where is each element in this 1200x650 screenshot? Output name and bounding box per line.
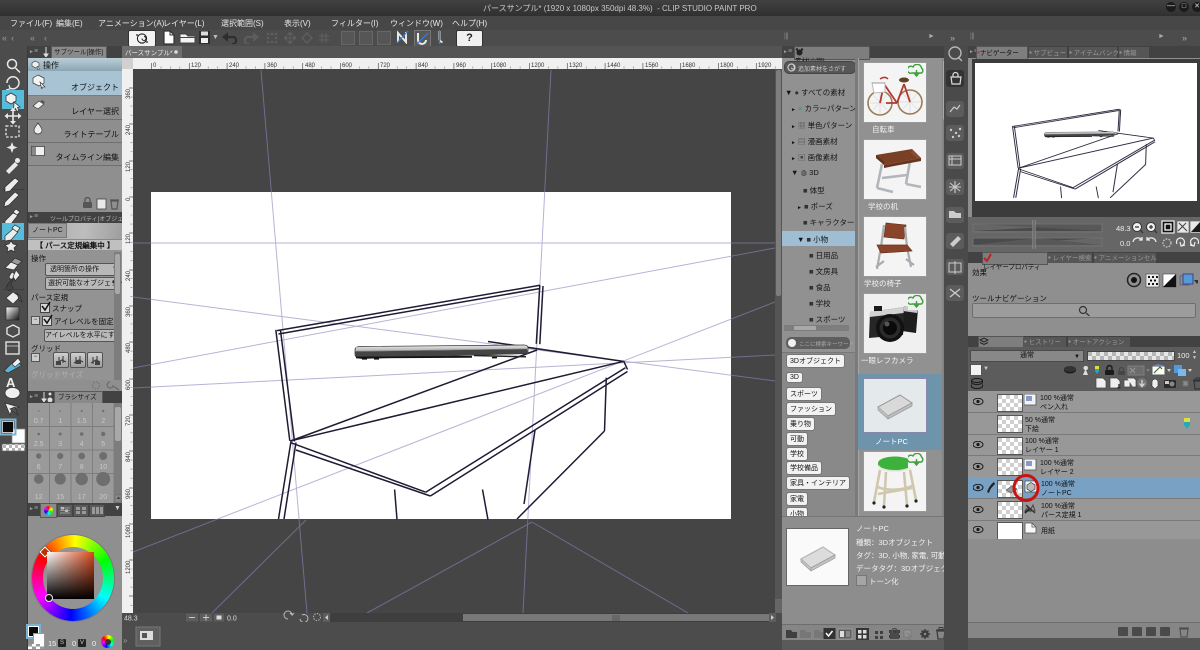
svg-text:480: 480 bbox=[305, 63, 316, 69]
svg-text:120: 120 bbox=[191, 63, 202, 69]
svg-text:48.3: 48.3 bbox=[124, 616, 138, 623]
svg-text:1.5: 1.5 bbox=[77, 418, 87, 425]
svg-text:960: 960 bbox=[126, 488, 132, 499]
svg-text:3: 3 bbox=[58, 441, 62, 448]
svg-text:0.7: 0.7 bbox=[34, 418, 44, 425]
svg-text:240: 240 bbox=[229, 63, 240, 69]
svg-text:720: 720 bbox=[126, 415, 132, 426]
svg-text:2: 2 bbox=[101, 418, 105, 425]
svg-text:10: 10 bbox=[99, 464, 107, 471]
svg-text:5: 5 bbox=[101, 441, 105, 448]
svg-text:12: 12 bbox=[35, 494, 43, 501]
svg-text:1560: 1560 bbox=[645, 63, 659, 69]
svg-text:840: 840 bbox=[418, 63, 429, 69]
svg-text:1320: 1320 bbox=[569, 63, 583, 69]
svg-text:720: 720 bbox=[380, 63, 391, 69]
svg-text:8: 8 bbox=[80, 464, 84, 471]
svg-text:15: 15 bbox=[56, 494, 64, 501]
svg-text:1800: 1800 bbox=[720, 63, 734, 69]
svg-text:1920: 1920 bbox=[758, 63, 772, 69]
svg-text:6: 6 bbox=[37, 464, 41, 471]
svg-text:1: 1 bbox=[58, 418, 62, 425]
svg-text:1080: 1080 bbox=[493, 63, 507, 69]
svg-text:840: 840 bbox=[126, 451, 132, 462]
svg-text:960: 960 bbox=[456, 63, 467, 69]
svg-text:»: » bbox=[123, 636, 128, 645]
svg-text:4: 4 bbox=[80, 441, 84, 448]
svg-text:360: 360 bbox=[267, 63, 278, 69]
svg-text:パースサンプル*: パースサンプル* bbox=[125, 49, 173, 57]
svg-text:17: 17 bbox=[78, 494, 86, 501]
svg-text:360: 360 bbox=[126, 88, 132, 99]
svg-text:1080: 1080 bbox=[126, 524, 132, 538]
svg-text:1200: 1200 bbox=[126, 560, 132, 574]
svg-text:480: 480 bbox=[126, 342, 132, 353]
svg-text:48.3: 48.3 bbox=[1116, 224, 1131, 233]
svg-text:120: 120 bbox=[126, 161, 132, 172]
svg-text:240: 240 bbox=[126, 124, 132, 135]
svg-text:120: 120 bbox=[126, 233, 132, 244]
svg-text:1440: 1440 bbox=[607, 63, 621, 69]
svg-text:1680: 1680 bbox=[682, 63, 696, 69]
svg-text:20: 20 bbox=[99, 494, 107, 501]
svg-text:0.0: 0.0 bbox=[227, 616, 237, 623]
svg-text:600: 600 bbox=[342, 63, 353, 69]
svg-text:0.0: 0.0 bbox=[1120, 239, 1130, 248]
svg-text:2.5: 2.5 bbox=[34, 441, 44, 448]
svg-text:1200: 1200 bbox=[531, 63, 545, 69]
svg-text:360: 360 bbox=[126, 306, 132, 317]
svg-text:7: 7 bbox=[58, 464, 62, 471]
svg-text:600: 600 bbox=[126, 379, 132, 390]
svg-text:240: 240 bbox=[126, 270, 132, 281]
